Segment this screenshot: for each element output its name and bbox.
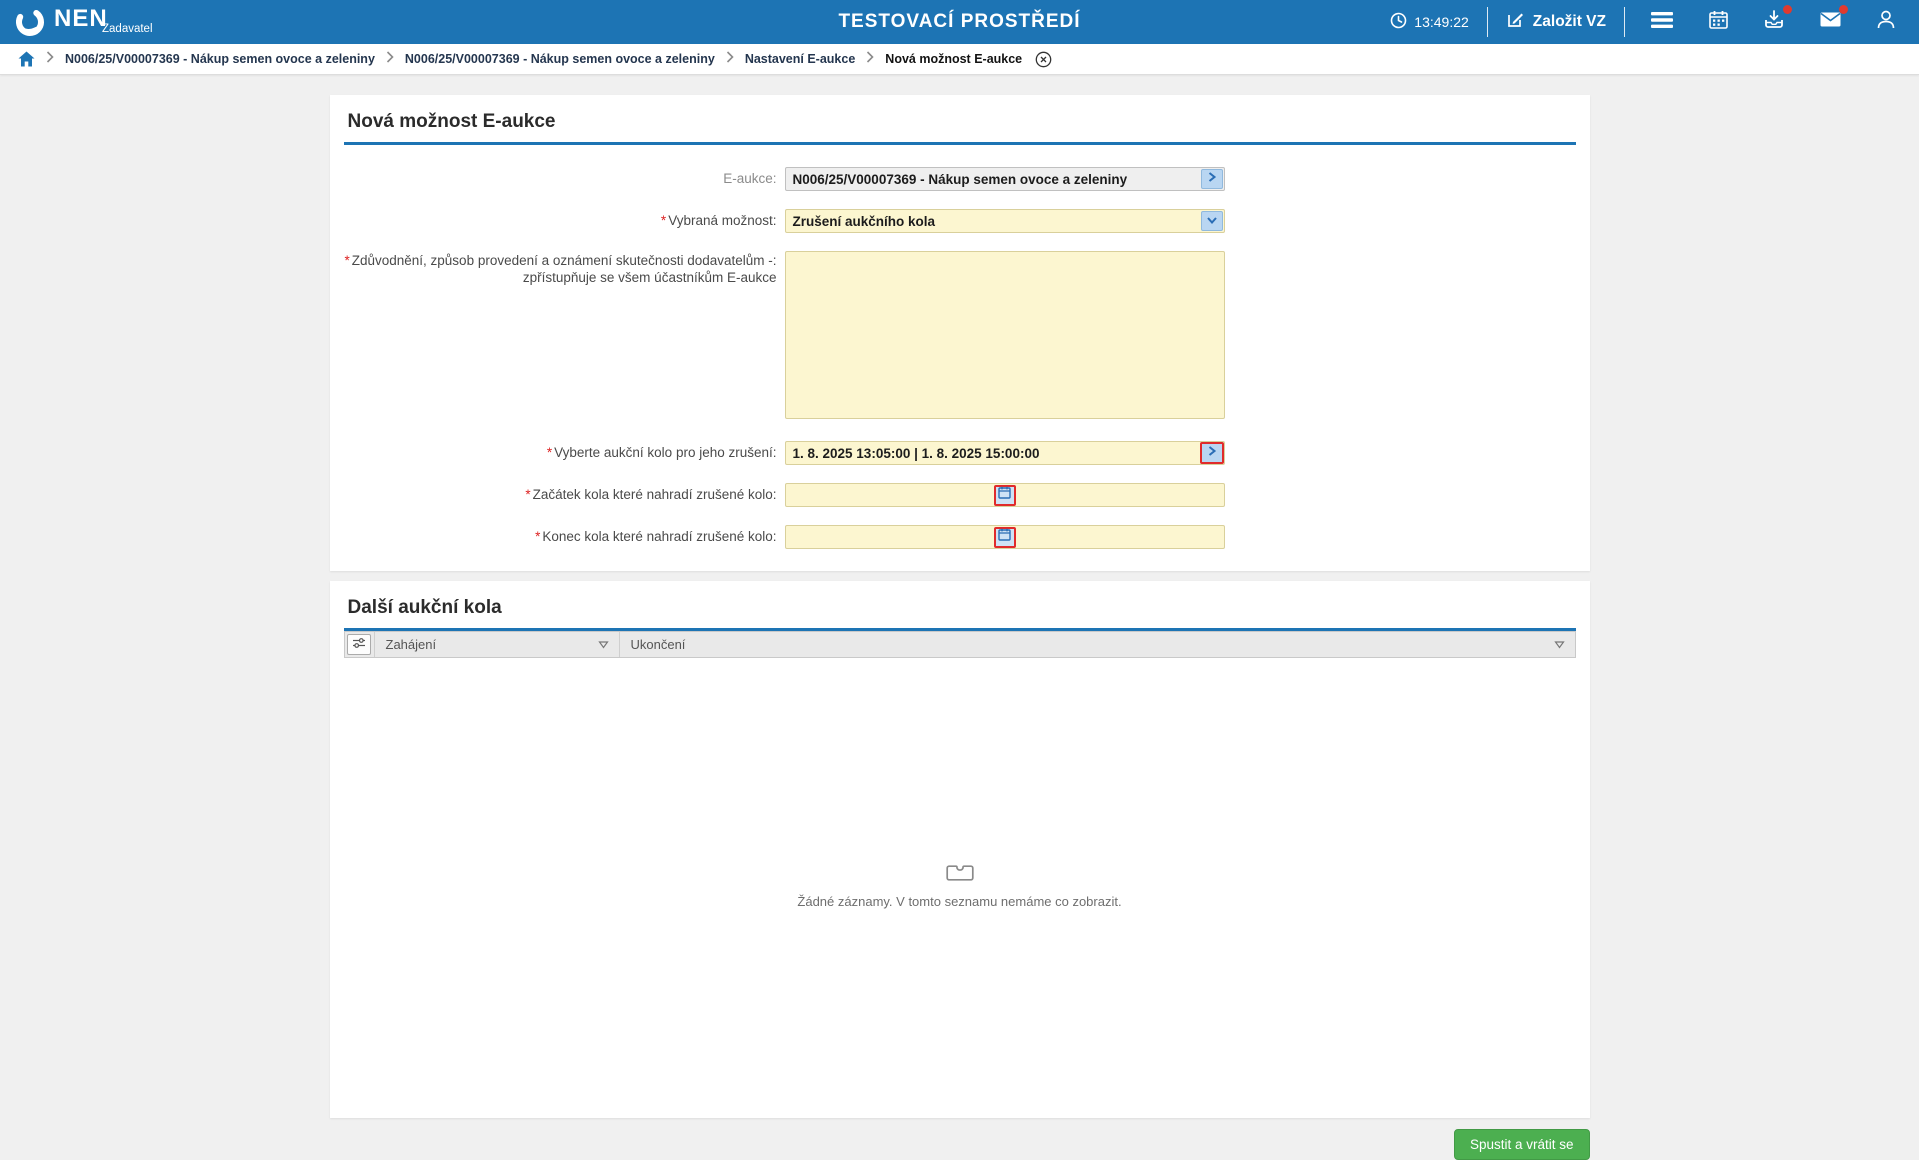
chevron-right-icon (1207, 170, 1217, 188)
session-clock: 13:49:22 (1390, 12, 1469, 32)
menu-icon (1651, 11, 1673, 33)
table-empty-state: Žádné záznamy. V tomto seznamu nemáme co… (344, 658, 1576, 1116)
breadcrumb: N006/25/V00007369 - Nákup semen ovoce a … (0, 44, 1919, 75)
download-icon (1764, 10, 1784, 34)
breadcrumb-item[interactable]: N006/25/V00007369 - Nákup semen ovoce a … (405, 52, 715, 66)
table-header-row: Zahájení Ukončení (343, 631, 1576, 658)
filter-icon[interactable] (596, 639, 611, 651)
empty-message: Žádné záznamy. V tomto seznamu nemáme co… (797, 894, 1122, 909)
zacatek-datetime-field[interactable] (784, 483, 1225, 507)
auction-rounds-panel: Další aukční kola Zahájení Ukončení Žádn… (329, 581, 1590, 1118)
chevron-right-icon (726, 50, 734, 68)
eaukce-field: N006/25/V00007369 - Nákup semen ovoce a … (784, 167, 1225, 191)
chevron-right-icon (46, 50, 54, 68)
konec-label: * Konec kola které nahradí zrušené kolo: (535, 529, 777, 544)
required-marker: * (525, 487, 531, 502)
submit-button[interactable]: Spustit a vrátit se (1453, 1129, 1590, 1160)
brand[interactable]: NEN (14, 1, 108, 43)
column-header-ukonceni[interactable]: Ukončení (620, 632, 1575, 657)
empty-tray-icon (945, 865, 974, 886)
user-icon (1877, 10, 1895, 34)
required-marker: * (546, 445, 553, 460)
zacatek-label: * Začátek kola které nahradí zrušené kolo… (525, 487, 777, 502)
download-notification-badge (1783, 5, 1792, 14)
column-header-zahajeni[interactable]: Zahájení (375, 632, 620, 657)
topbar: NEN Zadavatel TESTOVACÍ PROSTŘEDÍ 13:49:… (0, 0, 1919, 44)
clock-icon (1390, 12, 1407, 32)
eaukce-open-button[interactable] (1200, 169, 1223, 189)
vybrana-moznost-label: * Vybraná možnost: (660, 213, 777, 228)
konec-datepicker-button[interactable] (993, 526, 1016, 548)
zalozit-vz-label: Založit VZ (1532, 13, 1606, 30)
zduvodneni-label: * Zdůvodnění, způsob provedení a oznámení… (344, 253, 777, 285)
menu-button[interactable] (1649, 9, 1675, 35)
required-marker: * (344, 253, 350, 268)
vybrana-moznost-dropdown-button[interactable] (1200, 211, 1223, 231)
calendar-icon (998, 528, 1011, 546)
zacatek-datepicker-button[interactable] (993, 484, 1016, 506)
clock-time: 13:49:22 (1414, 14, 1469, 30)
section-rule (343, 142, 1576, 145)
mail-icon (1820, 12, 1841, 32)
required-marker: * (535, 529, 541, 544)
user-button[interactable] (1873, 9, 1899, 35)
aukcni-kolo-field: 1. 8. 2025 13:05:00 | 1. 8. 2025 15:00:0… (784, 441, 1225, 465)
zduvodneni-textarea[interactable] (784, 251, 1225, 419)
chevron-right-icon (1207, 444, 1217, 462)
filter-icon[interactable] (1552, 639, 1567, 651)
breadcrumb-item[interactable]: Nastavení E-aukce (745, 52, 855, 66)
chevron-right-icon (386, 50, 394, 68)
brand-role: Zadavatel (102, 23, 153, 35)
aukcni-kolo-open-button[interactable] (1199, 442, 1224, 464)
aukcni-kolo-value: 1. 8. 2025 13:05:00 | 1. 8. 2025 15:00:0… (792, 445, 1040, 461)
calendar-button[interactable] (1705, 9, 1731, 35)
messages-button[interactable] (1817, 5, 1848, 35)
footer-actions: Spustit a vrátit se (330, 1129, 1590, 1160)
chevron-down-icon (1206, 212, 1218, 230)
home-icon[interactable] (18, 51, 35, 67)
konec-datetime-field[interactable] (784, 525, 1225, 549)
downloads-button[interactable] (1761, 5, 1792, 35)
divider (1624, 7, 1625, 37)
divider (1486, 7, 1488, 37)
mail-notification-badge (1839, 5, 1848, 14)
aukcni-kolo-label: * Vyberte aukční kolo pro jeho zrušení: (546, 445, 777, 460)
eaukce-value: N006/25/V00007369 - Nákup semen ovoce a … (792, 171, 1128, 187)
sliders-icon (352, 637, 366, 652)
auction-rounds-table: Zahájení Ukončení Žádné záznamy. V tomto… (343, 631, 1576, 1116)
vybrana-moznost-value: Zrušení aukčního kola (792, 213, 936, 229)
table-section-title: Další aukční kola (347, 597, 502, 618)
eaukce-label: E-aukce: (723, 171, 777, 186)
chevron-right-icon (866, 50, 874, 68)
vybrana-moznost-select[interactable]: Zrušení aukčního kola (784, 209, 1225, 233)
calendar-icon (1708, 10, 1728, 34)
breadcrumb-item-current[interactable]: Nová možnost E-aukce (885, 52, 1022, 66)
table-settings-button[interactable] (347, 634, 371, 655)
form-panel: Nová možnost E-aukce E-aukce: N006/25/V0… (329, 95, 1590, 571)
close-icon[interactable] (1035, 51, 1052, 68)
zalozit-vz-button[interactable]: Založit VZ (1506, 10, 1606, 34)
nen-logo-icon (14, 6, 46, 43)
brand-name: NEN (54, 5, 108, 32)
page-title: Nová možnost E-aukce (347, 111, 556, 132)
breadcrumb-item[interactable]: N006/25/V00007369 - Nákup semen ovoce a … (65, 52, 375, 66)
required-marker: * (660, 213, 667, 228)
edit-icon (1506, 10, 1525, 34)
calendar-icon (998, 486, 1011, 504)
